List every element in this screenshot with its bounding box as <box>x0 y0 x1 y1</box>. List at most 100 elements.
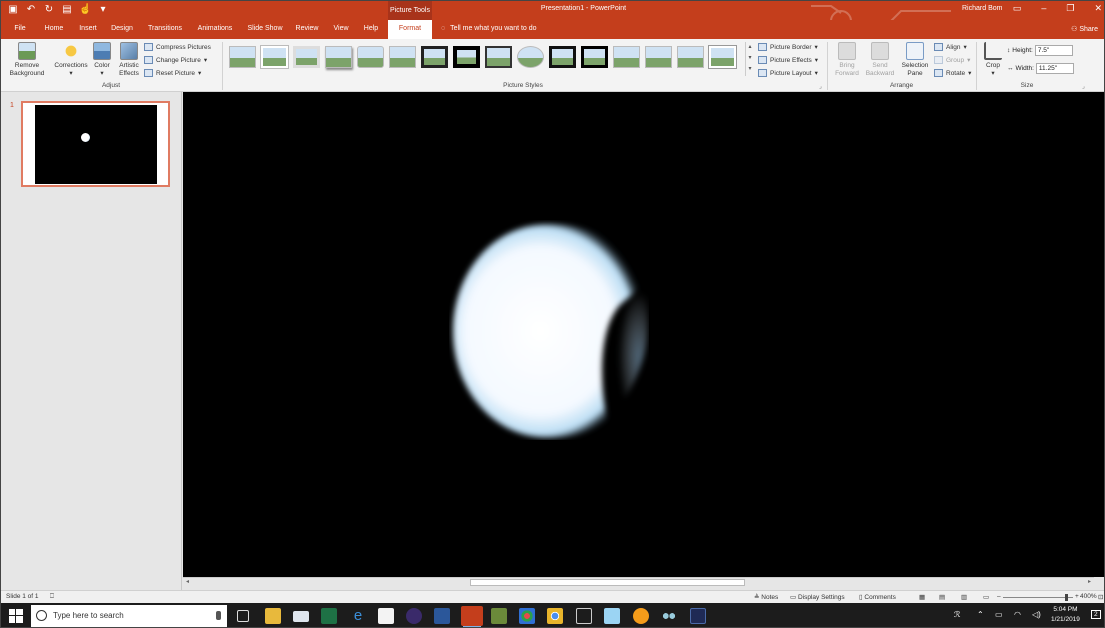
zoom-out-icon[interactable]: – <box>997 593 1001 600</box>
height-input[interactable]: 7.5" <box>1034 45 1073 56</box>
notifications-icon[interactable]: 2 <box>1091 610 1101 619</box>
picture-style-thumb[interactable] <box>453 46 480 68</box>
color-button[interactable]: Color ▾ <box>91 42 113 78</box>
zoom-level[interactable]: 400% <box>1080 593 1097 600</box>
picture-effects-button[interactable]: Picture Effects ▾ <box>758 56 818 64</box>
remove-background-button[interactable]: Remove Background <box>6 42 48 78</box>
picture-style-thumb[interactable] <box>229 46 256 68</box>
app-icon[interactable] <box>690 608 706 624</box>
rotate-button[interactable]: Rotate ▾ <box>934 69 971 77</box>
dialog-launcher-icon[interactable]: ⌟ <box>1082 83 1085 90</box>
gallery-more-icon[interactable]: ▾ <box>746 64 754 75</box>
change-picture-button[interactable]: Change Picture ▾ <box>144 56 207 64</box>
moon-picture[interactable] <box>449 220 649 440</box>
store-icon[interactable] <box>378 608 394 624</box>
chrome-icon[interactable] <box>547 608 563 624</box>
tab-file[interactable]: File <box>9 20 31 39</box>
fit-slide-icon[interactable]: ⊡ <box>1098 593 1103 601</box>
normal-view-icon[interactable]: ▦ <box>919 593 925 601</box>
app-icon[interactable] <box>633 608 649 624</box>
chevron-up-icon[interactable]: ⌃ <box>977 610 984 619</box>
scroll-left-icon[interactable]: ◂ <box>186 578 189 585</box>
horizontal-scrollbar[interactable]: ◂ ▸ <box>183 577 1094 587</box>
tab-slide-show[interactable]: Slide Show <box>243 20 287 39</box>
taskbar-search[interactable]: Type here to search <box>31 605 227 627</box>
app-icon[interactable] <box>604 608 620 624</box>
wifi-icon[interactable]: ◠ <box>1014 610 1021 619</box>
close-icon[interactable]: ✕ <box>1094 3 1102 14</box>
slide-sorter-icon[interactable]: ▤ <box>939 593 945 601</box>
app-icon[interactable] <box>491 608 507 624</box>
picture-style-thumb[interactable] <box>421 46 448 68</box>
app-icon[interactable] <box>576 608 592 624</box>
minimize-icon[interactable]: – <box>1041 3 1046 14</box>
picture-border-button[interactable]: Picture Border ▾ <box>758 43 818 51</box>
maximize-icon[interactable]: ❐ <box>1066 3 1074 14</box>
system-clock[interactable]: 5:04 PM 1/21/2019 <box>1051 605 1080 625</box>
comments-button[interactable]: ▯ Comments <box>859 593 896 601</box>
app-icon[interactable] <box>661 608 677 624</box>
notes-button[interactable]: ≜ Notes <box>754 593 778 601</box>
picture-style-thumb[interactable] <box>613 46 640 68</box>
compress-pictures-button[interactable]: Compress Pictures <box>144 43 211 51</box>
ribbon-display-icon[interactable]: ▭ <box>1013 3 1022 14</box>
file-explorer-icon[interactable] <box>265 608 281 624</box>
zoom-slider[interactable] <box>1003 594 1073 601</box>
windows-start-icon[interactable] <box>9 609 23 623</box>
chevron-down-icon[interactable]: ▾ <box>746 53 754 64</box>
tab-design[interactable]: Design <box>107 20 137 39</box>
picture-style-thumb[interactable] <box>709 46 736 68</box>
selection-pane-button[interactable]: Selection Pane <box>899 42 931 78</box>
tab-animations[interactable]: Animations <box>193 20 237 39</box>
battery-icon[interactable]: ▭ <box>995 610 1003 619</box>
crop-button[interactable]: Crop ▾ <box>981 42 1005 78</box>
word-icon[interactable] <box>434 608 450 624</box>
volume-icon[interactable]: ◁) <box>1032 610 1041 619</box>
task-view-icon[interactable] <box>237 610 249 622</box>
scrollbar-thumb[interactable] <box>470 579 745 586</box>
tab-insert[interactable]: Insert <box>75 20 101 39</box>
share-button[interactable]: ⚇ Share <box>1071 25 1098 33</box>
width-input[interactable]: 11.25" <box>1035 63 1074 74</box>
slide-editing-area[interactable] <box>183 92 1104 577</box>
picture-style-thumb[interactable] <box>357 46 384 68</box>
picture-style-thumb[interactable] <box>325 46 352 68</box>
user-name[interactable]: Richard Bom <box>962 5 1002 12</box>
slide-thumbnail[interactable] <box>21 101 170 187</box>
artistic-effects-button[interactable]: Artistic Effects <box>115 42 143 78</box>
picture-style-thumb[interactable] <box>581 46 608 68</box>
tell-me-search[interactable]: ◌ Tell me what you want to do <box>441 25 537 32</box>
slack-icon[interactable] <box>519 608 535 624</box>
picture-style-thumb[interactable] <box>261 46 288 68</box>
tab-view[interactable]: View <box>327 20 355 39</box>
bring-forward-button[interactable]: Bring Forward <box>833 42 861 78</box>
picture-layout-button[interactable]: Picture Layout ▾ <box>758 69 818 77</box>
tab-home[interactable]: Home <box>39 20 69 39</box>
zoom-slider-knob[interactable] <box>1065 594 1068 601</box>
microphone-icon[interactable] <box>216 611 221 620</box>
spelling-icon[interactable]: ⎕ <box>50 593 54 601</box>
gallery-scroll[interactable]: ▴ ▾ ▾ <box>745 42 754 76</box>
reset-picture-button[interactable]: Reset Picture ▾ <box>144 69 201 77</box>
picture-style-thumb[interactable] <box>517 46 544 68</box>
scroll-right-icon[interactable]: ▸ <box>1088 578 1091 585</box>
chevron-up-icon[interactable]: ▴ <box>746 42 754 53</box>
edge-icon[interactable]: e <box>350 608 366 624</box>
tab-help[interactable]: Help <box>359 20 383 39</box>
align-button[interactable]: Align ▾ <box>934 43 967 51</box>
tab-format[interactable]: Format <box>388 20 432 39</box>
picture-style-thumb[interactable] <box>389 46 416 68</box>
app-icon[interactable] <box>406 608 422 624</box>
excel-icon[interactable] <box>321 608 337 624</box>
picture-style-thumb[interactable] <box>645 46 672 68</box>
picture-style-thumb[interactable] <box>293 46 320 68</box>
picture-style-thumb[interactable] <box>485 46 512 68</box>
people-icon[interactable]: ℛ <box>954 610 960 619</box>
picture-style-thumb[interactable] <box>677 46 704 68</box>
reading-view-icon[interactable]: ▥ <box>961 593 967 601</box>
powerpoint-icon[interactable] <box>461 606 483 626</box>
slideshow-view-icon[interactable]: ▭ <box>983 593 989 601</box>
display-settings-button[interactable]: ▭ Display Settings <box>790 593 845 601</box>
send-backward-button[interactable]: Send Backward <box>863 42 897 78</box>
dialog-launcher-icon[interactable]: ⌟ <box>819 83 822 90</box>
